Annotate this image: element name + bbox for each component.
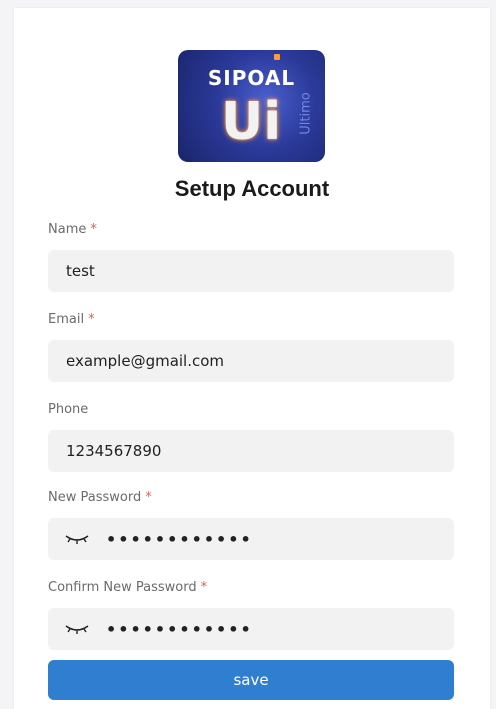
confirm-password-label-text: Confirm New Password [48, 580, 197, 595]
confirm-password-required-mark: * [200, 580, 208, 595]
phone-label-text: Phone [48, 402, 89, 417]
email-field[interactable]: example@gmail.com [48, 340, 454, 382]
confirm-password-masked-value: •••••••••••• [106, 619, 253, 639]
setup-account-card: SIPOAL Ui Ultimo Setup Account Name * tes… [14, 8, 490, 709]
email-required-mark: * [88, 312, 95, 327]
logo-mark-text: Ui [220, 92, 282, 152]
confirm-password-label: Confirm New Password * [48, 580, 207, 595]
new-password-required-mark: * [145, 490, 152, 505]
name-label: Name * [48, 222, 97, 237]
logo-side-text: Ultimo [298, 92, 314, 135]
email-field-value: example@gmail.com [66, 352, 225, 370]
new-password-masked-value: •••••••••••• [106, 529, 253, 549]
email-label-text: Email [48, 312, 85, 327]
name-required-mark: * [90, 222, 97, 237]
eye-closed-icon[interactable] [64, 622, 90, 636]
confirm-password-field[interactable]: •••••••••••• [48, 608, 454, 650]
email-label: Email * [48, 312, 95, 327]
eye-closed-icon[interactable] [64, 532, 90, 546]
page-title: Setup Account [174, 176, 330, 201]
logo-accent-dot [274, 54, 280, 60]
phone-field[interactable]: 1234567890 [48, 430, 454, 472]
save-button[interactable]: save [48, 660, 454, 700]
name-field[interactable]: test [48, 250, 454, 292]
name-label-text: Name [48, 222, 87, 237]
logo-brand-text: SIPOAL [207, 66, 296, 90]
phone-field-value: 1234567890 [66, 442, 162, 460]
name-field-value: test [66, 262, 95, 280]
phone-label: Phone [48, 402, 88, 417]
new-password-field[interactable]: •••••••••••• [48, 518, 454, 560]
new-password-label-text: New Password [48, 490, 142, 505]
sipoal-ui-logo: SIPOAL Ui Ultimo [178, 50, 325, 162]
new-password-label: New Password * [48, 490, 152, 505]
